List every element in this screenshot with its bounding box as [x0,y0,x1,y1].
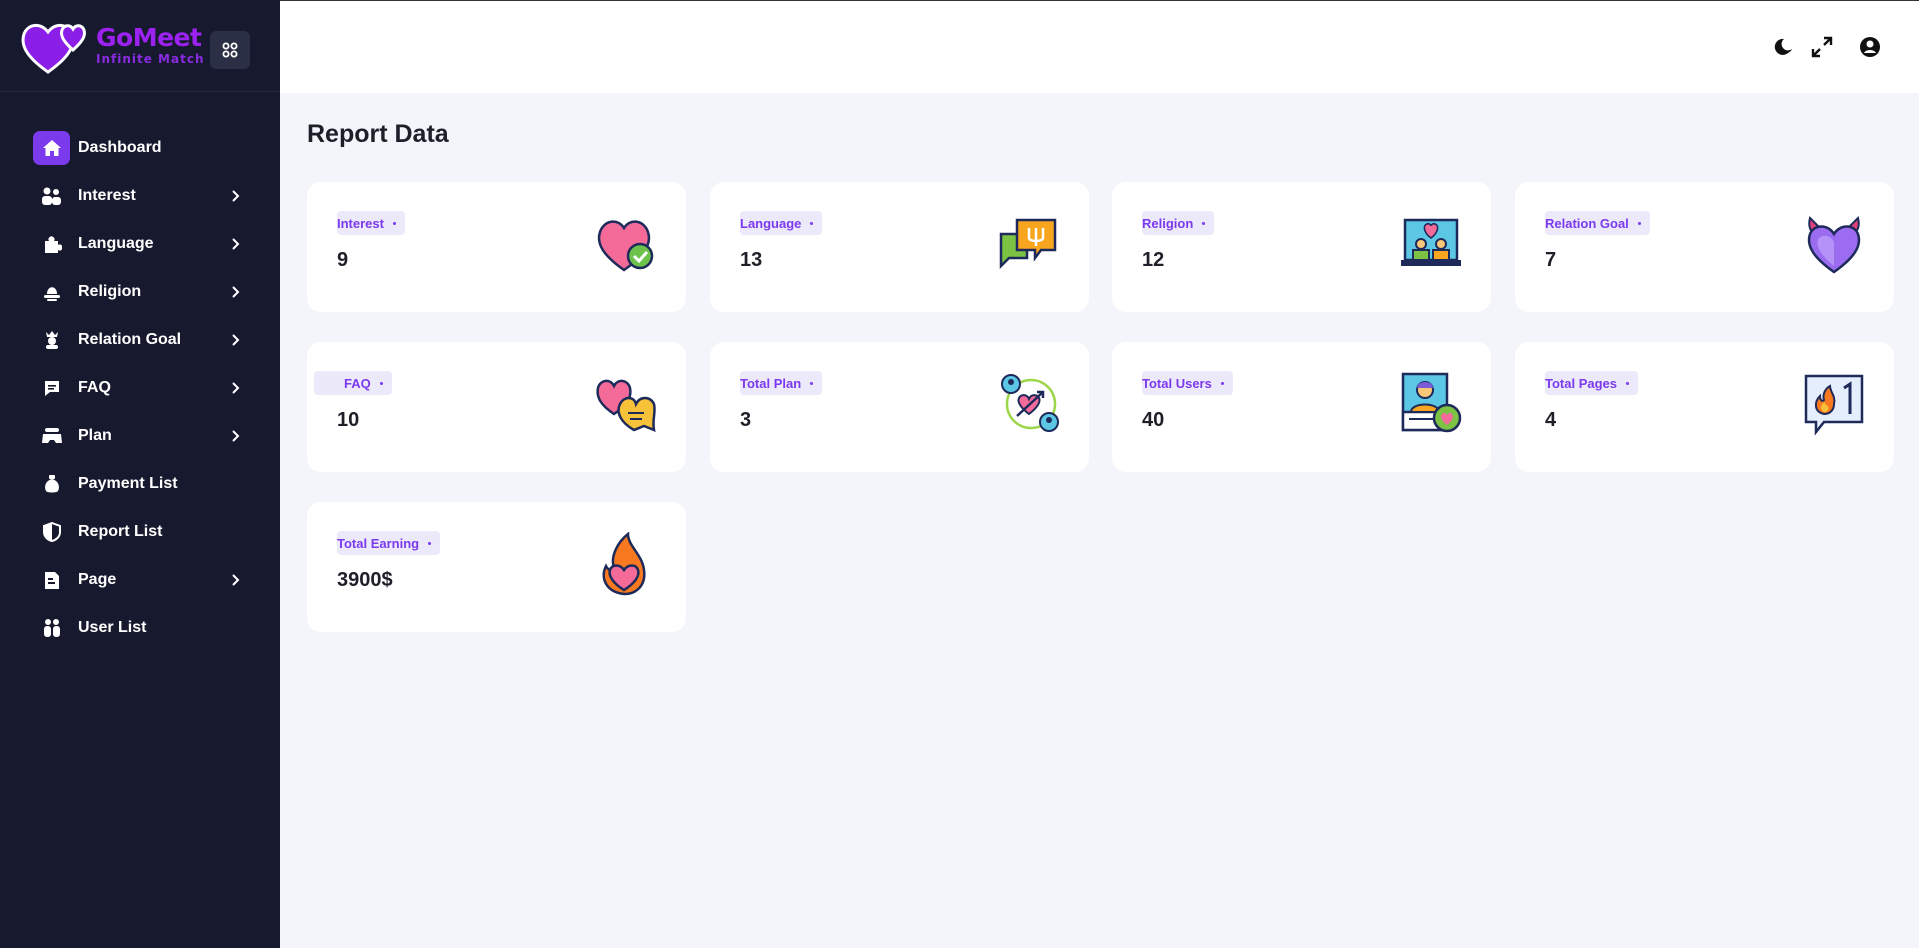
sidebar-item-user-list[interactable]: User List [0,604,280,652]
card-label: Language [740,211,823,235]
chevron-right-icon [232,238,240,250]
page-title: Report Data [307,120,449,148]
fire-notification-icon [1804,374,1864,436]
user-circle-icon[interactable] [1858,35,1882,59]
devil-heart-icon [1807,216,1861,274]
brand-name: GoMeet [96,23,202,52]
sidebar-item-label: Report List [78,523,163,540]
grid-icon [222,42,238,58]
chevron-right-icon [232,574,240,586]
sidebar-item-label: Payment List [78,475,178,492]
sidebar-item-label: Religion [78,283,142,300]
sidebar-item-relation-goal[interactable]: Relation Goal [0,316,280,364]
card-value: 4 [1545,409,1557,431]
stat-card-total-pages[interactable]: Total Pages 4 [1515,342,1894,472]
brand[interactable]: GoMeet Infinite Match [0,0,280,92]
page-icon [33,563,70,597]
chevron-right-icon [232,286,240,298]
profile-heart-icon [1401,372,1462,433]
sidebar-item-faq[interactable]: FAQ [0,364,280,412]
sidebar-item-payment-list[interactable]: Payment List [0,460,280,508]
sidebar-item-dashboard[interactable]: Dashboard [0,124,280,172]
heart-check-icon [597,220,654,272]
user-group-icon [33,611,70,645]
card-value: 12 [1142,249,1165,271]
card-value: 40 [1142,409,1165,431]
chat-bubbles-icon [999,218,1057,270]
sidebar-item-report-list[interactable]: Report List [0,508,280,556]
heart-chat-icon [596,379,656,433]
stat-card-religion[interactable]: Religion 12 [1112,182,1491,312]
sidebar-nav: Dashboard Interest Language Religion Rel… [0,124,280,652]
users-icon [33,179,70,213]
card-label: Religion [1142,211,1215,235]
stat-card-total-plan[interactable]: Total Plan 3 [710,342,1089,472]
card-value: 7 [1545,249,1557,271]
chevron-right-icon [232,382,240,394]
sidebar-item-label: User List [78,619,147,636]
stat-card-total-earning[interactable]: Total Earning 3900$ [307,502,686,632]
logo-heart-icon [20,14,92,78]
card-value: 13 [740,249,763,271]
home-icon [33,131,70,165]
sidebar-item-interest[interactable]: Interest [0,172,280,220]
stat-card-faq[interactable]: FAQ 10 [307,342,686,472]
card-label: Interest [337,211,405,235]
puzzle-icon [33,227,70,261]
expand-icon[interactable] [1810,35,1834,59]
sidebar-item-label: FAQ [78,379,111,396]
card-label: Total Plan [740,371,823,395]
stat-card-language[interactable]: Language 13 [710,182,1089,312]
moon-icon[interactable] [1772,35,1796,59]
card-value: 9 [337,249,349,271]
gamepad-icon [33,419,70,453]
brand-tagline: Infinite Match [96,52,205,66]
sidebar-item-label: Interest [78,187,136,204]
money-bag-icon [33,467,70,501]
card-label: Relation Goal [1545,211,1650,235]
sidebar-item-label: Dashboard [78,139,162,156]
card-value: 3 [740,409,752,431]
stat-card-relation-goal[interactable]: Relation Goal 7 [1515,182,1894,312]
card-label: Total Users [1142,371,1233,395]
match-people-icon [1001,374,1059,432]
laptop-couple-icon [1401,218,1461,266]
crown-person-icon [33,323,70,357]
apps-grid-button[interactable] [210,31,250,69]
hat-icon [33,275,70,309]
sidebar-item-religion[interactable]: Religion [0,268,280,316]
sidebar-item-label: Language [78,235,154,252]
stat-card-total-users[interactable]: Total Users 40 [1112,342,1491,472]
sidebar-item-language[interactable]: Language [0,220,280,268]
sidebar-item-page[interactable]: Page [0,556,280,604]
sidebar-item-label: Page [78,571,117,588]
sidebar: GoMeet Infinite Match Dashboard Interest… [0,0,280,948]
card-label: FAQ [314,371,392,395]
sidebar-item-plan[interactable]: Plan [0,412,280,460]
card-label: Total Pages [1545,371,1639,395]
card-value: 10 [337,409,360,431]
chevron-right-icon [232,334,240,346]
topbar [280,0,1919,93]
chevron-right-icon [232,430,240,442]
message-icon [33,371,70,405]
stat-card-interest[interactable]: Interest 9 [307,182,686,312]
card-label: Total Earning [337,531,441,555]
chevron-right-icon [232,190,240,202]
fire-heart-icon [602,532,646,596]
shield-half-icon [33,515,70,549]
sidebar-item-label: Relation Goal [78,331,182,348]
card-value: 3900$ [337,569,393,591]
sidebar-item-label: Plan [78,427,112,444]
